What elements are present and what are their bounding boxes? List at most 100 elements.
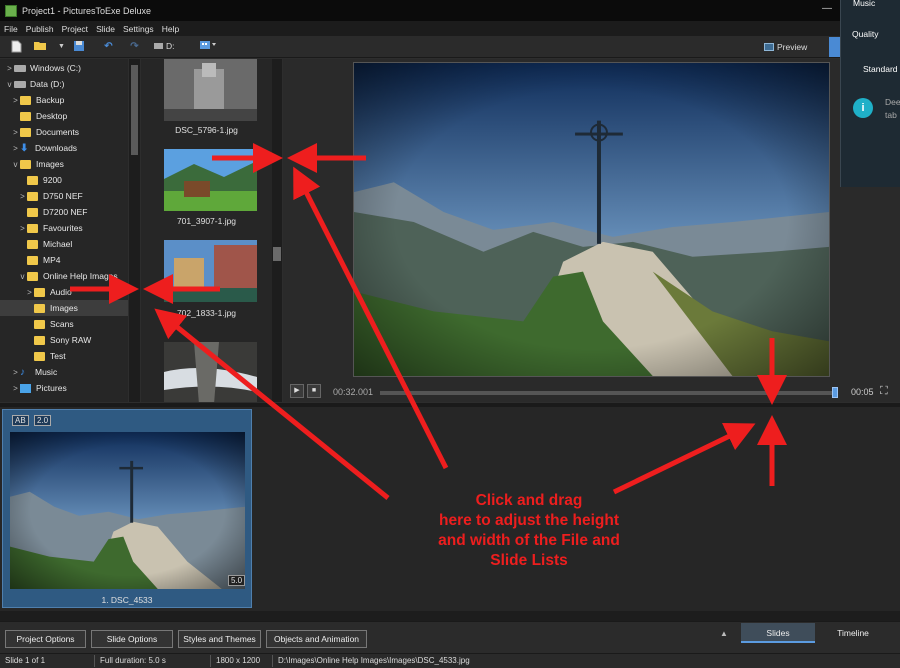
menu-settings[interactable]: Settings: [119, 24, 158, 34]
drive-selector[interactable]: D:: [154, 40, 194, 53]
slide-caption: 1. DSC_4533: [101, 595, 153, 605]
stop-button[interactable]: ■: [307, 384, 321, 398]
status-path: D:\Images\Online Help Images\Images\DSC_…: [278, 656, 470, 665]
redo-icon[interactable]: ↷: [128, 40, 141, 53]
file-name: DSC_5796-1.jpg: [175, 125, 238, 135]
view-mode-icon[interactable]: [198, 40, 218, 53]
menu-help[interactable]: Help: [158, 24, 183, 34]
folder-icon: [20, 159, 31, 169]
tree-item[interactable]: MP4: [18, 252, 60, 268]
file-thumbnail[interactable]: [164, 149, 257, 211]
quality-label[interactable]: Quality: [852, 29, 878, 39]
menu-project[interactable]: Project: [58, 24, 92, 34]
folder-icon: [34, 351, 45, 361]
folder-icon: [27, 223, 38, 233]
pictures-icon: [20, 383, 31, 393]
open-dropdown-icon[interactable]: ▼: [55, 40, 68, 53]
menu-slide[interactable]: Slide: [92, 24, 119, 34]
annotation-text: Click and drag here to adjust the height…: [411, 491, 647, 571]
menu-publish[interactable]: Publish: [22, 24, 58, 34]
menu-bar: File Publish Project Slide Settings Help: [0, 21, 900, 36]
tree-item[interactable]: > Favourites: [18, 220, 83, 236]
scrollbar-thumb[interactable]: [273, 247, 281, 261]
folder-icon: [27, 207, 38, 217]
toolbar: ▼ ↶ ↷ D: Preview: [0, 36, 900, 58]
window-title: Project1 - PicturesToExe Deluxe: [22, 5, 152, 16]
play-button[interactable]: ▶: [290, 384, 304, 398]
tree-item[interactable]: Michael: [18, 236, 72, 252]
slide-thumbnail[interactable]: AB 2.0 5.0 1. DSC_4533: [2, 409, 252, 608]
app-logo-icon: [5, 4, 17, 17]
title-bar: Project1 - PicturesToExe Deluxe —: [0, 0, 900, 21]
folder-icon: [27, 239, 38, 249]
slide-list-scrollbar[interactable]: [0, 611, 900, 621]
preview-label: Preview: [777, 42, 808, 52]
slide-duration[interactable]: 5.0: [228, 575, 246, 586]
folder-icon: [27, 191, 38, 201]
tree-item[interactable]: Sony RAW: [25, 332, 91, 348]
file-thumbnail[interactable]: [164, 240, 257, 302]
undo-icon[interactable]: ↶: [102, 40, 115, 53]
slide-image: [10, 432, 245, 589]
new-file-icon[interactable]: [10, 40, 23, 53]
slide-options-button[interactable]: Slide Options: [91, 630, 173, 648]
tree-scrollbar[interactable]: [129, 59, 140, 402]
preview-button[interactable]: Preview: [764, 40, 807, 54]
end-time: 00:05: [851, 387, 874, 397]
tree-item[interactable]: Test: [25, 348, 66, 364]
folder-icon: [27, 175, 38, 185]
drive-label: D:: [166, 41, 175, 51]
tree-item[interactable]: > Windows (C:): [5, 60, 81, 76]
tree-item[interactable]: > ⬇ Downloads: [11, 140, 77, 156]
annotation-line: here to adjust the height: [439, 512, 619, 529]
save-icon[interactable]: [72, 40, 85, 53]
ab-badge[interactable]: AB: [12, 415, 29, 426]
fullscreen-icon[interactable]: ⛶: [880, 385, 888, 398]
tree-item-selected[interactable]: Images: [0, 300, 128, 316]
tab-timeline[interactable]: Timeline: [815, 623, 891, 643]
tab-slides[interactable]: Slides: [741, 623, 815, 643]
file-thumbnail[interactable]: [164, 59, 257, 121]
drive-icon: [14, 80, 26, 88]
status-slide-count: Slide 1 of 1: [0, 655, 95, 667]
tree-item[interactable]: v Images: [11, 156, 64, 172]
folder-icon: [20, 111, 31, 121]
project-options-button[interactable]: Project Options: [5, 630, 86, 648]
playback-track[interactable]: [380, 391, 836, 395]
side-settings-panel: Music Quality Standard i Dee tab: [840, 0, 900, 187]
tree-item[interactable]: > Backup: [11, 92, 64, 108]
menu-file[interactable]: File: [0, 24, 22, 34]
folder-tree: > Windows (C:) v Data (D:) > Backup Desktop…: [0, 59, 128, 402]
tree-item[interactable]: > Documents: [11, 124, 79, 140]
app-window: Project1 - PicturesToExe Deluxe — File P…: [0, 0, 900, 668]
minimize-button[interactable]: —: [812, 3, 842, 17]
status-duration: Full duration: 5.0 s: [95, 655, 211, 667]
open-folder-icon[interactable]: [34, 40, 47, 53]
styles-themes-button[interactable]: Styles and Themes: [178, 630, 261, 648]
quality-value[interactable]: Standard: [863, 64, 898, 74]
tree-item[interactable]: > D750 NEF: [18, 188, 83, 204]
current-time: 00:32.001: [333, 387, 374, 397]
tree-item[interactable]: 9200: [18, 172, 62, 188]
tree-item[interactable]: > Pictures: [11, 380, 67, 396]
tree-item[interactable]: Desktop: [11, 108, 67, 124]
tree-item[interactable]: > ♪ Music: [11, 364, 57, 380]
tree-item[interactable]: Scans: [25, 316, 74, 332]
objects-animation-button[interactable]: Objects and Animation: [266, 630, 367, 648]
accent-button[interactable]: [829, 37, 840, 57]
tree-item[interactable]: v Online Help Images: [18, 268, 118, 284]
folder-icon: [20, 127, 31, 137]
tree-item[interactable]: > Audio: [25, 284, 72, 300]
tree-item[interactable]: D7200 NEF: [18, 204, 87, 220]
file-name: 701_3907-1.jpg: [176, 216, 237, 226]
info-icon: i: [853, 98, 873, 118]
file-thumbnail[interactable]: [164, 342, 257, 402]
drive-icon: [154, 43, 163, 49]
file-scrollbar[interactable]: [272, 59, 282, 402]
playback-handle[interactable]: [832, 387, 838, 398]
annotation-line: and width of the File and: [438, 532, 620, 549]
tree-item[interactable]: v Data (D:): [5, 76, 65, 92]
music-label[interactable]: Music: [853, 0, 875, 8]
collapse-icon[interactable]: ▲: [720, 629, 728, 638]
scrollbar-thumb[interactable]: [131, 65, 138, 155]
